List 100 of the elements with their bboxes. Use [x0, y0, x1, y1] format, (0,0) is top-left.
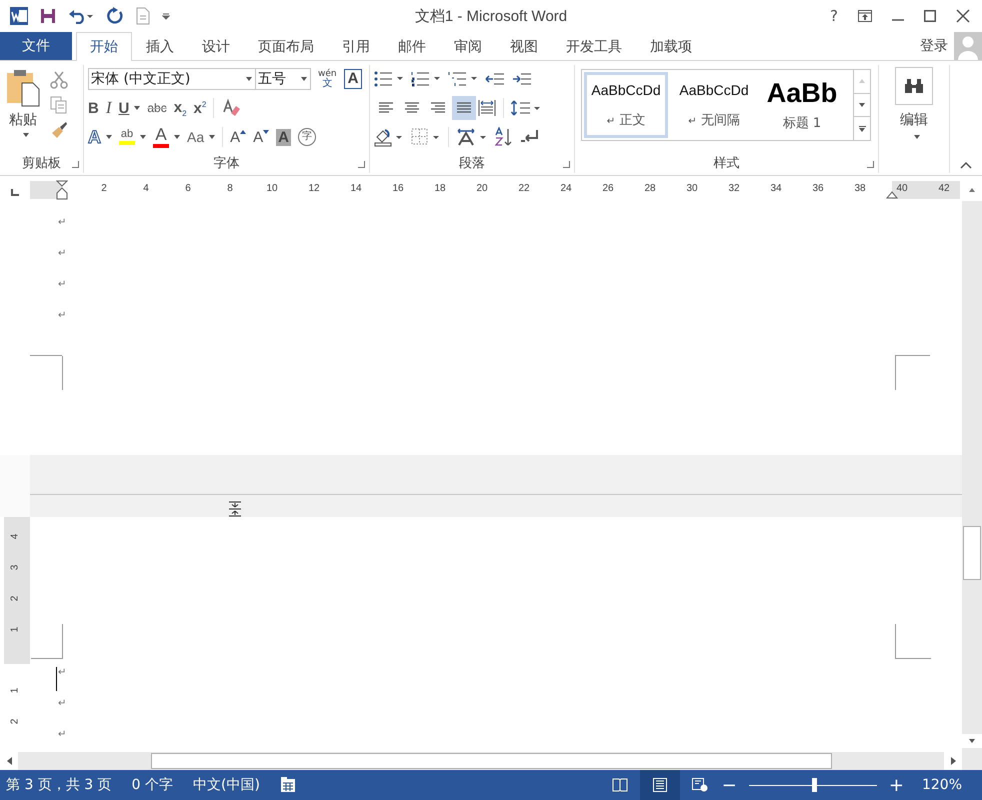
redo-icon[interactable] — [106, 7, 124, 25]
format-painter-icon[interactable] — [50, 121, 68, 139]
ribbon-tab[interactable]: 设计 — [188, 32, 244, 61]
dialog-launcher-icon[interactable] — [358, 161, 365, 168]
ribbon-tab[interactable]: 开发工具 — [552, 32, 636, 61]
borders-icon[interactable] — [411, 128, 441, 146]
print-layout-icon[interactable] — [640, 770, 680, 800]
show-formatting-marks-icon[interactable] — [520, 129, 540, 145]
character-border-button[interactable]: A — [344, 69, 362, 89]
collapse-ribbon-icon[interactable] — [960, 161, 972, 169]
group-label: 剪贴板 — [22, 155, 61, 172]
zoom-level[interactable]: 120% — [922, 777, 962, 793]
dialog-launcher-icon[interactable] — [72, 161, 79, 168]
paste-button[interactable]: 粘贴 — [6, 69, 40, 153]
ribbon-tab[interactable]: 加载项 — [636, 32, 706, 61]
ribbon-tab[interactable]: 引用 — [328, 32, 384, 61]
tab-selector-icon[interactable] — [11, 188, 19, 196]
paragraph-mark: ↵ — [58, 217, 66, 230]
align-justify-button[interactable] — [452, 96, 476, 120]
ribbon-tab[interactable]: 视图 — [496, 32, 552, 61]
align-lines-icon — [379, 102, 393, 114]
asian-layout-icon[interactable] — [456, 128, 488, 146]
customize-caret-icon[interactable] — [162, 12, 170, 20]
macro-record-icon[interactable] — [280, 777, 296, 793]
paragraph-mark: ↵ — [58, 310, 66, 323]
word-count[interactable]: 0 个字 — [132, 776, 173, 794]
numbering-icon[interactable] — [411, 71, 441, 87]
close-icon[interactable] — [956, 9, 970, 23]
distributed-icon[interactable] — [478, 99, 496, 117]
font-color-button[interactable]: A — [153, 126, 180, 148]
style-item[interactable]: AaBbCcDd ↵ 正文 — [584, 72, 668, 138]
superscript-button[interactable]: x$^{2}$ — [194, 100, 206, 116]
phonetic-guide-button[interactable]: wén 文 — [318, 70, 337, 88]
paragraph-mark: ↵ — [58, 698, 66, 711]
zoom-in-button[interactable]: + — [888, 774, 904, 796]
ribbon-tab[interactable]: 邮件 — [384, 32, 440, 61]
right-indent-marker-icon[interactable] — [886, 191, 898, 199]
font-name-dropdown[interactable]: 宋体 (中文正文) — [88, 68, 256, 90]
editing-button[interactable]: 编辑 — [879, 65, 949, 139]
group-label: 样式 — [714, 155, 740, 172]
character-shading-button[interactable]: A — [276, 128, 291, 146]
crop-mark — [895, 355, 930, 390]
italic-button[interactable]: I — [106, 98, 112, 118]
word-logo-icon — [10, 7, 28, 25]
paragraph-mark: ↵ — [58, 729, 66, 742]
grow-font-button[interactable]: A — [230, 130, 246, 144]
binoculars-icon — [904, 78, 924, 94]
ribbon-display-icon[interactable] — [858, 10, 872, 22]
align-lines-icon — [405, 102, 419, 114]
indent-marker-icon[interactable] — [56, 180, 68, 200]
change-case-button[interactable]: Aa — [187, 130, 216, 144]
ribbon-tab[interactable]: 页面布局 — [244, 32, 328, 61]
sign-in-link[interactable]: 登录 — [920, 32, 954, 60]
line-spacing-icon[interactable] — [511, 99, 541, 117]
paragraph-mark: ↵ — [56, 667, 66, 691]
highlight-button[interactable]: ab — [119, 129, 146, 145]
underline-button[interactable]: U — [118, 100, 140, 116]
clipboard-icon — [6, 69, 40, 107]
ribbon-tab[interactable]: 插入 — [132, 32, 188, 61]
paragraph-mark: ↵ — [58, 279, 66, 292]
window-title: 文档1 - Microsoft Word — [414, 6, 568, 26]
scroll-left-button[interactable] — [0, 752, 18, 770]
align-lines-icon — [457, 102, 471, 114]
bullets-icon[interactable] — [374, 71, 404, 87]
style-item[interactable]: AaBbCcDd ↵ 无间隔 — [672, 72, 756, 138]
style-item[interactable]: AaBb 标题 1 — [760, 72, 844, 138]
dialog-launcher-icon[interactable] — [867, 161, 874, 168]
undo-icon[interactable] — [68, 8, 94, 24]
group-label: 字体 — [214, 155, 240, 172]
crop-mark — [30, 355, 62, 390]
ribbon-tab[interactable]: 审阅 — [440, 32, 496, 61]
clear-formatting-icon[interactable] — [221, 98, 242, 118]
crop-mark — [31, 624, 63, 659]
maximize-icon[interactable] — [924, 10, 936, 22]
decrease-indent-icon[interactable] — [485, 72, 505, 86]
font-size-dropdown[interactable]: 五号 — [255, 68, 311, 90]
zoom-slider[interactable] — [748, 778, 877, 792]
zoom-out-button[interactable]: − — [722, 774, 737, 796]
ribbon-tab[interactable]: 开始 — [76, 32, 132, 61]
increase-indent-icon[interactable] — [512, 72, 532, 86]
language-indicator[interactable]: 中文(中国) — [192, 776, 260, 794]
vertical-scrollbar[interactable] — [962, 201, 982, 752]
shading-icon[interactable] — [374, 127, 404, 147]
sort-icon[interactable] — [495, 127, 513, 147]
page-gap-icon[interactable] — [228, 501, 242, 517]
help-button[interactable]: ? — [830, 7, 838, 25]
align-lines-icon — [431, 102, 445, 114]
cut-icon[interactable] — [50, 71, 68, 89]
crop-mark — [895, 624, 931, 659]
multilevel-list-icon[interactable] — [448, 71, 478, 87]
shrink-font-button[interactable]: A — [253, 130, 270, 144]
text-effects-button[interactable]: A — [88, 128, 112, 146]
subscript-button[interactable]: x$_{2}$ — [174, 98, 187, 118]
bold-button[interactable]: B — [88, 100, 99, 116]
dialog-launcher-icon[interactable] — [563, 161, 570, 168]
page-count[interactable]: 第 3 页，共 3 页 — [6, 776, 112, 794]
file-tab[interactable]: 文件 — [0, 32, 72, 60]
scroll-right-button[interactable] — [944, 752, 962, 770]
enclose-characters-button[interactable]: 字 — [298, 128, 316, 146]
paragraph-mark: ↵ — [58, 248, 66, 261]
